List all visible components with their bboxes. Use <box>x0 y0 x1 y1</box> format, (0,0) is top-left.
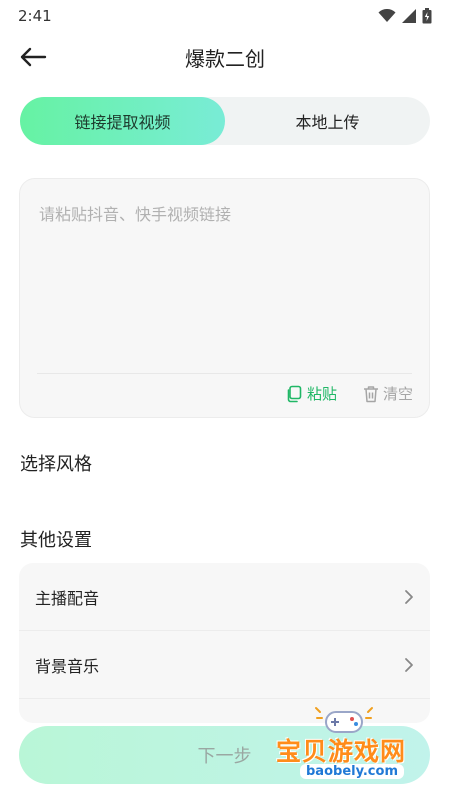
signal-icon <box>402 9 416 23</box>
arrow-left-icon <box>20 47 47 67</box>
link-input-card: 粘贴 清空 <box>19 178 430 418</box>
source-tabs: 链接提取视频 本地上传 <box>20 97 430 145</box>
tab-link-extract[interactable]: 链接提取视频 <box>20 97 225 145</box>
other-settings-title: 其他设置 <box>20 530 92 551</box>
settings-list: 主播配音 背景音乐 <box>19 563 430 723</box>
battery-icon <box>422 8 432 24</box>
setting-voice[interactable]: 主播配音 <box>19 563 430 631</box>
paste-label: 粘贴 <box>306 385 337 403</box>
top-nav: 爆款二创 <box>0 36 450 78</box>
watermark-url: baobely.com <box>300 764 404 779</box>
page-title: 爆款二创 <box>185 46 265 71</box>
watermark-text: 宝贝游戏网 <box>276 737 407 766</box>
status-bar: 2:41 <box>0 0 450 32</box>
paste-button[interactable]: 粘贴 <box>285 383 337 404</box>
input-actions: 粘贴 清空 <box>285 383 413 404</box>
watermark: 宝贝游戏网 baobely.com <box>272 706 432 788</box>
paste-icon <box>287 385 302 402</box>
status-icons <box>378 8 432 24</box>
style-section-title: 选择风格 <box>20 454 92 475</box>
status-time: 2:41 <box>18 7 52 25</box>
divider <box>37 373 412 374</box>
back-button[interactable] <box>16 42 50 72</box>
chevron-right-icon <box>405 589 413 604</box>
link-input[interactable] <box>37 199 417 363</box>
setting-voice-label: 主播配音 <box>35 588 100 608</box>
tab-local-upload[interactable]: 本地上传 <box>225 97 430 145</box>
next-step-label: 下一步 <box>197 746 252 767</box>
trash-icon <box>363 385 378 402</box>
chevron-right-icon <box>405 657 413 672</box>
setting-bgm[interactable]: 背景音乐 <box>19 631 430 699</box>
setting-bgm-label: 背景音乐 <box>35 656 100 676</box>
clear-label: 清空 <box>382 385 413 403</box>
wifi-icon <box>378 9 396 22</box>
clear-button[interactable]: 清空 <box>363 383 413 404</box>
